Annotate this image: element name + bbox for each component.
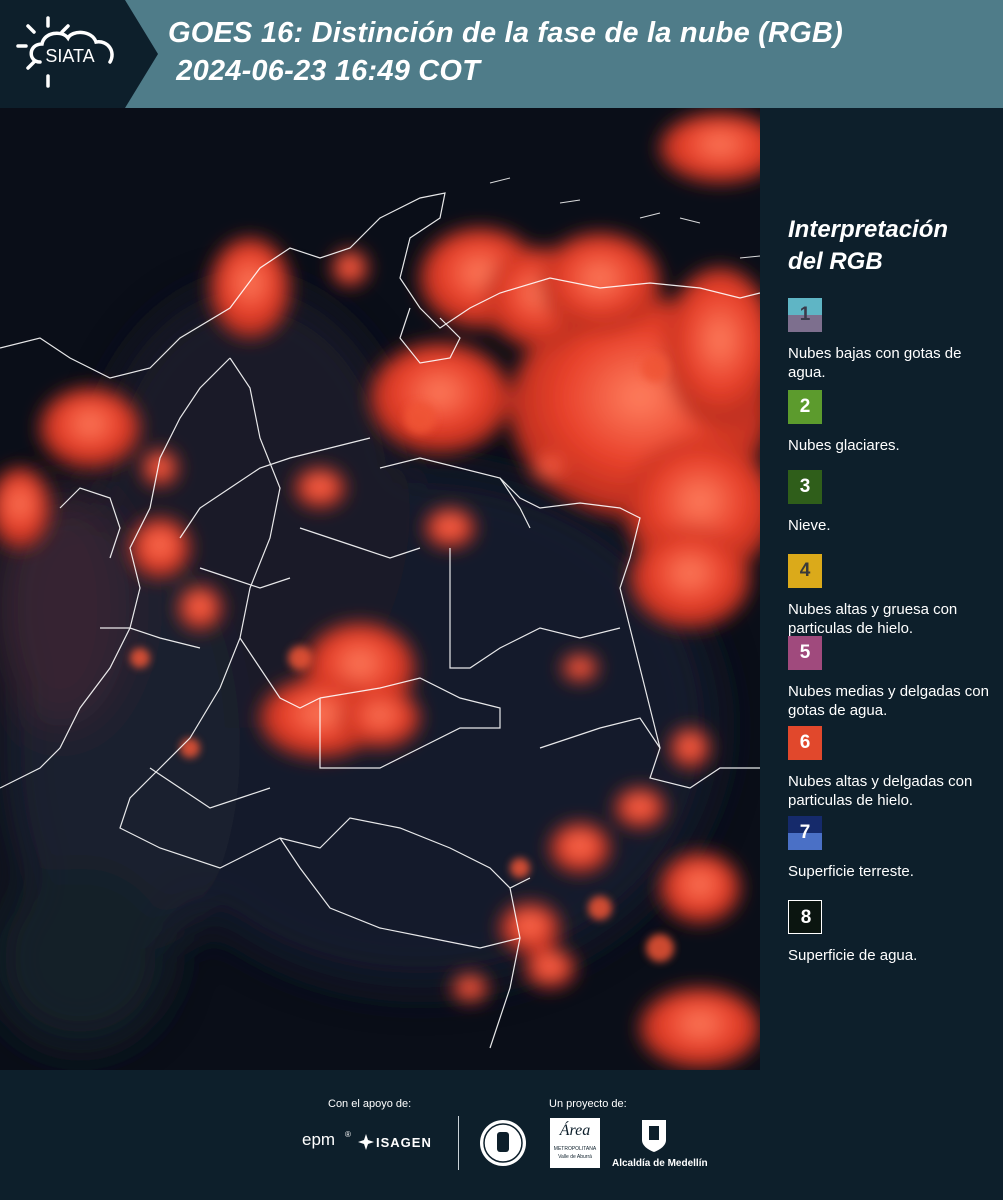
title-line-1: GOES 16: Distinción de la fase de la nub… [168, 17, 843, 49]
alcaldia-label: Alcaldía de Medellín [612, 1158, 708, 1169]
project-label: Un proyecto de: [549, 1098, 627, 1110]
satellite-image [0, 108, 760, 1070]
legend-number: 8 [800, 907, 812, 928]
legend-number: 6 [799, 732, 811, 753]
support-label: Con el apoyo de: [328, 1098, 412, 1110]
legend-swatch: 8 [788, 900, 822, 934]
siata-logo-icon: SIATA [0, 0, 158, 108]
legend-label: Nubes altas y gruesa con particulas de h… [788, 601, 958, 637]
footer-divider [458, 1116, 459, 1170]
legend-number: 3 [799, 476, 811, 497]
legend-label: Nubes bajas con gotas de agua. [788, 345, 962, 381]
legend-swatch: 6 [788, 726, 822, 760]
legend-label: Nubes altas y delgadas con particulas de… [788, 773, 973, 809]
footer: Con el apoyo de: Un proyecto de: epm ® I… [0, 1070, 1003, 1200]
page-title: GOES 16: Distinción de la fase de la nub… [168, 14, 843, 90]
siata-logo: SIATA [0, 0, 158, 108]
legend-number: 2 [799, 396, 811, 417]
header-bar: SIATA GOES 16: Distinción de la fase de … [0, 0, 1003, 108]
legend-swatch: 5 [788, 636, 822, 670]
title-line-2: 2024-06-23 16:49 COT [168, 55, 481, 87]
legend-number: 1 [799, 304, 811, 325]
medellin-shield-icon [640, 1118, 668, 1154]
legend-swatch: 7 [788, 816, 822, 850]
epm-logo: epm [302, 1130, 336, 1149]
legend-swatch: 1 [788, 298, 822, 332]
svg-text:SIATA: SIATA [45, 46, 94, 66]
legend-title: Interpretación del RGB [788, 216, 949, 275]
area-metropolitana-logo: Área METROPOLITANA Valle de Aburrá [550, 1118, 600, 1168]
legend-number: 7 [799, 822, 811, 843]
legend-label: Superficie de agua. [788, 947, 918, 964]
legend-number: 5 [799, 642, 811, 663]
legend-swatch: 2 [788, 390, 822, 424]
satellite-map [0, 108, 760, 1070]
legend-label: Nieve. [788, 517, 831, 534]
isagen-logo: ISAGEN [376, 1135, 432, 1150]
seal-icon [478, 1118, 528, 1168]
legend-number: 4 [799, 560, 811, 581]
legend-panel: Interpretación del RGB 1 Nubes bajas con … [760, 108, 1003, 1070]
legend-swatch: 3 [788, 470, 822, 504]
legend-swatch: 4 [788, 554, 822, 588]
registered-icon: ® [345, 1130, 351, 1139]
legend-label: Nubes medias y delgadas con gotas de agu… [788, 683, 989, 719]
legend-label: Superficie terreste. [788, 863, 914, 880]
isagen-icon [358, 1134, 374, 1150]
legend-label: Nubes glaciares. [788, 437, 900, 454]
